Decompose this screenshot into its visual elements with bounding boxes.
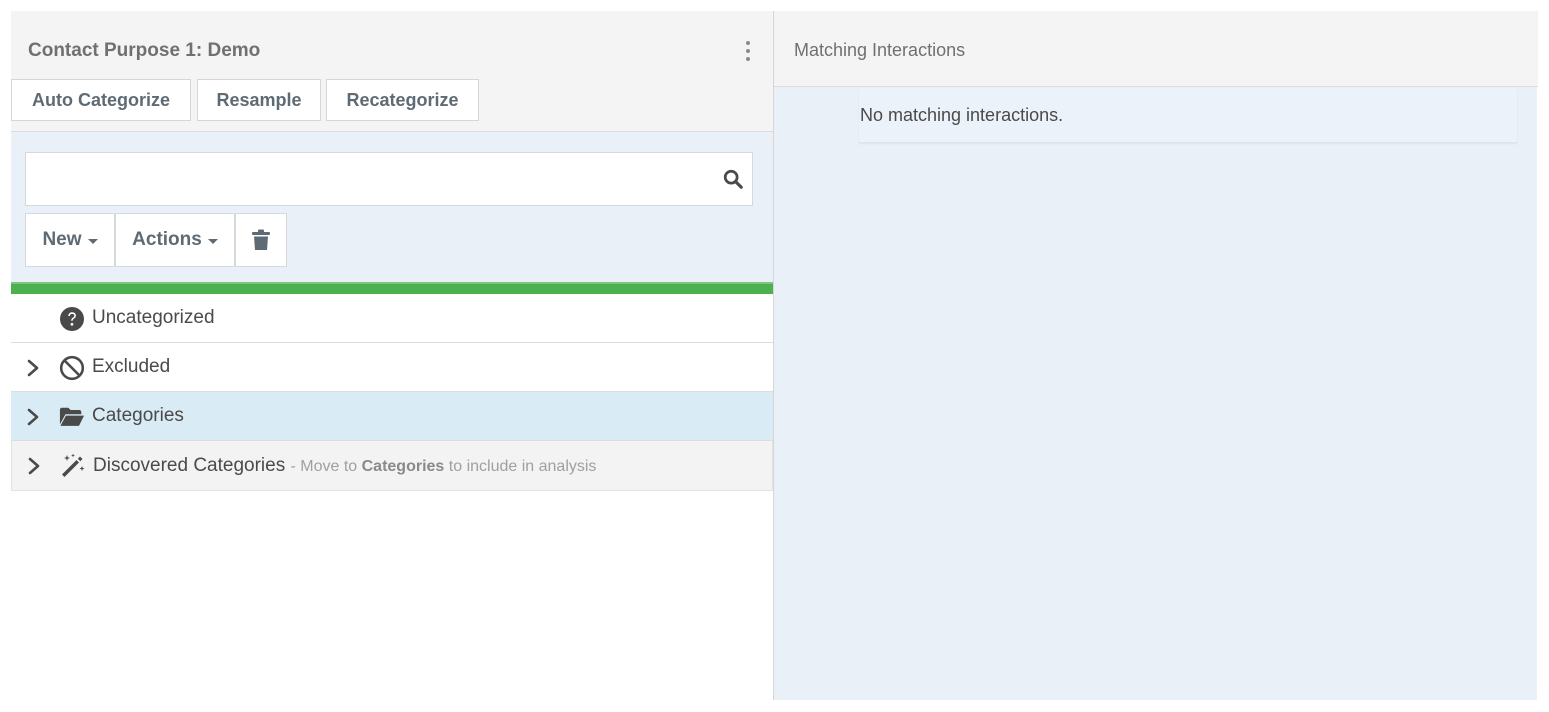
search-box — [25, 152, 753, 206]
resample-button[interactable]: Resample — [197, 79, 321, 121]
matching-interactions-panel: Matching Interactions No matching intera… — [773, 11, 1538, 700]
caret-down-icon — [207, 238, 218, 244]
tree-item-categories[interactable]: Categories — [11, 392, 773, 441]
more-options-icon[interactable] — [741, 39, 755, 63]
note-prefix: - Move to — [290, 457, 358, 475]
panel-header: Matching Interactions — [774, 11, 1538, 87]
magic-wand-icon — [62, 453, 85, 477]
categories-panel: Contact Purpose 1: Demo Auto Categorize … — [11, 11, 773, 700]
question-circle-icon — [60, 307, 84, 331]
category-tree: Uncategorized Excluded Categories Discov… — [11, 294, 773, 491]
tree-item-label: Uncategorized — [92, 307, 215, 328]
folder-open-icon — [59, 407, 85, 426]
progress-bar — [11, 282, 773, 294]
panel-header: Contact Purpose 1: Demo Auto Categorize … — [11, 11, 773, 132]
recategorize-button[interactable]: Recategorize — [326, 79, 479, 121]
search-icon[interactable] — [722, 168, 744, 190]
new-dropdown-button[interactable]: New — [25, 213, 115, 267]
filter-toolbar: New Actions — [11, 132, 773, 282]
search-input[interactable] — [26, 153, 716, 205]
tree-item-label-text: Discovered Categories — [93, 454, 286, 476]
tree-item-excluded[interactable]: Excluded — [11, 343, 773, 392]
auto-categorize-button[interactable]: Auto Categorize — [11, 79, 191, 121]
empty-message: No matching interactions. — [860, 105, 1064, 125]
delete-button[interactable] — [235, 213, 287, 267]
tree-item-uncategorized[interactable]: Uncategorized — [11, 294, 773, 343]
empty-state: No matching interactions. — [859, 88, 1517, 143]
chevron-right-icon[interactable] — [26, 359, 40, 377]
tree-item-label: Discovered Categories - Move to Categori… — [93, 455, 596, 477]
actions-dropdown-button[interactable]: Actions — [115, 213, 235, 267]
actions-button-label: Actions — [132, 229, 202, 250]
tree-item-discovered-categories[interactable]: Discovered Categories - Move to Categori… — [11, 441, 773, 491]
chevron-right-icon[interactable] — [27, 457, 41, 475]
tree-item-label: Categories — [92, 405, 184, 426]
note-strong: Categories — [361, 457, 445, 475]
note-suffix: to include in analysis — [448, 457, 597, 475]
tree-item-label: Excluded — [92, 356, 171, 377]
trash-icon — [252, 229, 270, 250]
chevron-right-icon[interactable] — [26, 408, 40, 426]
discovered-note: - Move to Categories to include in analy… — [290, 458, 596, 475]
ban-icon — [59, 355, 85, 381]
page-title: Contact Purpose 1: Demo — [28, 40, 261, 61]
caret-down-icon — [87, 238, 98, 244]
new-button-label: New — [42, 229, 82, 250]
panel-title: Matching Interactions — [794, 40, 966, 60]
